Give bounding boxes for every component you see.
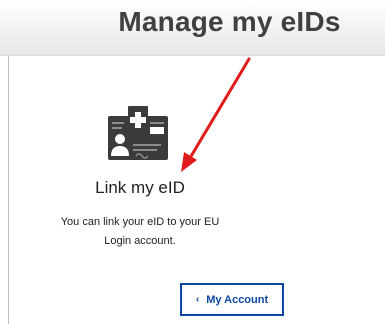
page-title: Manage my eIDs (118, 6, 341, 37)
page-header: Manage my eIDs (0, 0, 385, 56)
description-line-2: Login account. (104, 235, 176, 247)
description-line-1: You can link your eID to your EU (60, 216, 220, 228)
id-card-add-icon (108, 106, 168, 160)
my-account-label: My Account (206, 293, 269, 306)
link-eid-description: You can link your eID to your EU Login a… (40, 213, 240, 251)
left-divider (8, 56, 9, 324)
link-eid-title: Link my eID (95, 178, 185, 197)
my-account-button[interactable]: ‹ My Account (180, 283, 284, 316)
chevron-left-icon: ‹ (195, 293, 200, 305)
